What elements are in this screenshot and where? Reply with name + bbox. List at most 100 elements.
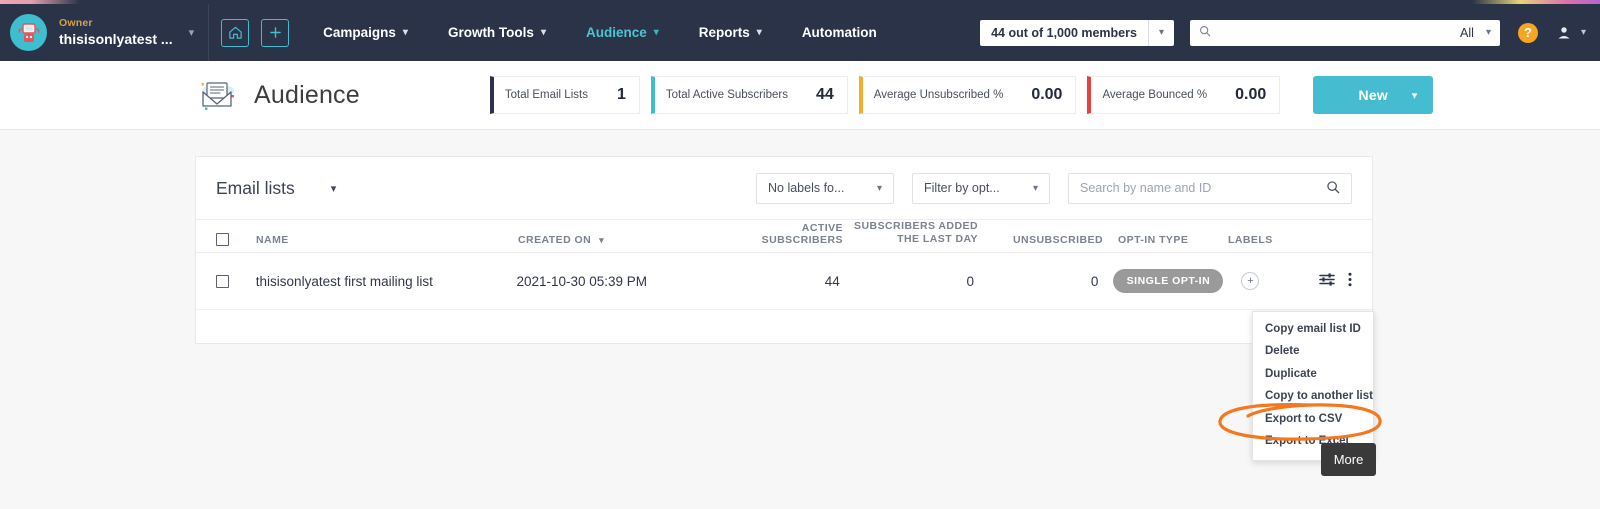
nav-label: Audience [585, 25, 647, 40]
stat-card-total-email-lists: Total Email Lists 1 [489, 76, 640, 114]
email-lists-card: Email lists ▾ No labels fo... ▾ Filter b… [195, 156, 1373, 344]
nav-item-growth-tools[interactable]: Growth Tools ▾ [448, 25, 546, 40]
column-header-name[interactable]: NAME [256, 234, 518, 246]
stat-label: Average Bounced % [1102, 89, 1208, 101]
owner-info: Owner thisisonlyatest ... [59, 17, 173, 47]
column-header-created-on[interactable]: CREATED ON ▾ [518, 234, 733, 246]
row-optin-type: SINGLE OPT-IN [1098, 269, 1224, 293]
column-header-labels[interactable]: LABELS [1228, 234, 1324, 246]
list-search[interactable] [1068, 172, 1352, 204]
members-quota-dropdown[interactable]: 44 out of 1,000 members ▾ [980, 19, 1174, 46]
stat-label: Total Active Subscribers [665, 89, 788, 101]
row-active-subscribers: 44 [824, 273, 840, 289]
user-account-icon[interactable] [1556, 25, 1572, 41]
page-header: Audience Total Email Lists 1 Total Activ… [0, 61, 1600, 130]
sliders-icon[interactable] [1319, 272, 1335, 290]
nav-item-audience[interactable]: Audience ▾ [586, 25, 659, 40]
chevron-down-icon: ▾ [1032, 182, 1038, 194]
help-icon[interactable]: ? [1517, 22, 1538, 43]
column-header-created-on-label: CREATED ON [518, 234, 592, 246]
card-filters: No labels fo... ▾ Filter by opt... ▾ [738, 172, 1352, 204]
chevron-down-icon: ▾ [876, 182, 882, 194]
column-header-subscribers-added-line1: SUBSCRIBERS ADDED [854, 219, 978, 232]
chevron-down-icon[interactable]: ▾ [1147, 19, 1174, 46]
chevron-down-icon[interactable]: ▾ [1581, 27, 1586, 38]
stat-value: 0.00 [1031, 86, 1063, 103]
stat-card-average-bounced: Average Bounced % 0.00 [1087, 76, 1281, 114]
row-created-on: 2021-10-30 05:39 PM [516, 273, 648, 289]
nav-label: Automation [801, 25, 877, 40]
table-row[interactable]: thisisonlyatest first mailing list 2021-… [196, 253, 1372, 310]
chevron-down-icon[interactable]: ▾ [331, 182, 337, 195]
list-search-input[interactable] [1080, 181, 1326, 195]
chevron-down-icon[interactable]: ▾ [1412, 89, 1418, 102]
stat-value: 44 [815, 86, 834, 103]
row-subscribers-added-last-day: 0 [966, 273, 975, 289]
home-icon[interactable] [221, 18, 250, 47]
primary-nav: Campaigns ▾ Growth Tools ▾ Audience ▾ Re… [323, 25, 917, 40]
chevron-down-icon: ▾ [756, 27, 762, 38]
status-badge: SINGLE OPT-IN [1113, 269, 1224, 293]
nav-right-cluster: 44 out of 1,000 members ▾ All ▾ ? ▾ [980, 19, 1600, 46]
labels-filter-label: No labels fo... [768, 181, 845, 195]
stat-card-total-active-subscribers: Total Active Subscribers 44 [650, 76, 848, 114]
chevron-down-icon: ▾ [599, 235, 605, 245]
row-labels: + [1223, 272, 1319, 290]
new-button-label: New [1358, 87, 1388, 103]
column-header-subscribers-added[interactable]: SUBSCRIBERS ADDED THE LAST DAY [843, 220, 978, 246]
members-quota-label: 44 out of 1,000 members [991, 25, 1137, 40]
table-header-row: NAME CREATED ON ▾ ACTIVE SUBSCRIBERS SUB… [196, 220, 1372, 253]
column-header-subscribers-added-line2: THE LAST DAY [897, 232, 978, 245]
table-footer-spacer [196, 310, 1372, 343]
kebab-menu-icon[interactable] [1348, 272, 1352, 290]
plus-icon[interactable] [261, 18, 290, 47]
chevron-down-icon[interactable]: ▾ [189, 26, 195, 39]
optin-filter-select[interactable]: Filter by opt... ▾ [912, 172, 1050, 204]
annotation-ellipse [1214, 401, 1386, 443]
avatar [10, 14, 47, 51]
nav-label: Campaigns [323, 25, 396, 40]
owner-role-label: Owner [59, 17, 93, 30]
page-title: Audience [254, 80, 360, 109]
stat-value: 0.00 [1235, 86, 1267, 103]
card-header: Email lists ▾ No labels fo... ▾ Filter b… [196, 157, 1372, 220]
envelope-icon [196, 75, 238, 115]
global-search-input[interactable] [1210, 25, 1461, 40]
tooltip-more: More [1321, 443, 1376, 476]
stat-label: Average Unsubscribed % [873, 89, 1004, 101]
global-search[interactable]: All ▾ [1189, 19, 1500, 46]
column-header-optin-type[interactable]: OPT-IN TYPE [1103, 234, 1228, 246]
chevron-down-icon: ▾ [402, 27, 408, 38]
chevron-down-icon: ▾ [540, 27, 546, 38]
stat-card-average-unsubscribed: Average Unsubscribed % 0.00 [858, 76, 1077, 114]
add-label-button[interactable]: + [1241, 272, 1260, 290]
chevron-down-icon[interactable]: ▾ [1486, 27, 1491, 38]
top-navigation-bar: Owner thisisonlyatest ... ▾ Campaigns ▾ … [0, 4, 1600, 61]
row-unsubscribed: 0 [1090, 273, 1099, 289]
global-search-scope-label: All [1460, 25, 1474, 40]
new-button[interactable]: New ▾ [1313, 76, 1434, 114]
column-header-active-subscribers[interactable]: ACTIVE SUBSCRIBERS [733, 222, 843, 246]
nav-item-automation[interactable]: Automation [802, 25, 877, 40]
select-all-checkbox[interactable] [216, 233, 256, 246]
row-checkbox[interactable] [216, 274, 256, 288]
menu-item-copy-email-list-id[interactable]: Copy email list ID [1253, 318, 1373, 341]
nav-label: Reports [698, 25, 750, 40]
chevron-down-icon: ▾ [653, 27, 659, 38]
owner-name-label: thisisonlyatest ... [59, 31, 173, 48]
nav-item-reports[interactable]: Reports ▾ [699, 25, 762, 40]
optin-filter-label: Filter by opt... [924, 181, 1000, 195]
row-actions [1319, 272, 1352, 290]
menu-item-duplicate[interactable]: Duplicate [1253, 363, 1373, 386]
column-header-unsubscribed[interactable]: UNSUBSCRIBED [978, 234, 1103, 246]
app-root: Owner thisisonlyatest ... ▾ Campaigns ▾ … [0, 0, 1600, 509]
nav-item-campaigns[interactable]: Campaigns ▾ [323, 25, 408, 40]
search-icon [1199, 25, 1211, 40]
menu-item-delete[interactable]: Delete [1253, 341, 1373, 364]
search-icon[interactable] [1326, 180, 1340, 197]
stat-value: 1 [616, 86, 626, 103]
labels-filter-select[interactable]: No labels fo... ▾ [756, 172, 894, 204]
card-title: Email lists [216, 177, 295, 198]
nav-label: Growth Tools [447, 25, 534, 40]
account-switcher[interactable]: Owner thisisonlyatest ... ▾ [0, 4, 210, 61]
